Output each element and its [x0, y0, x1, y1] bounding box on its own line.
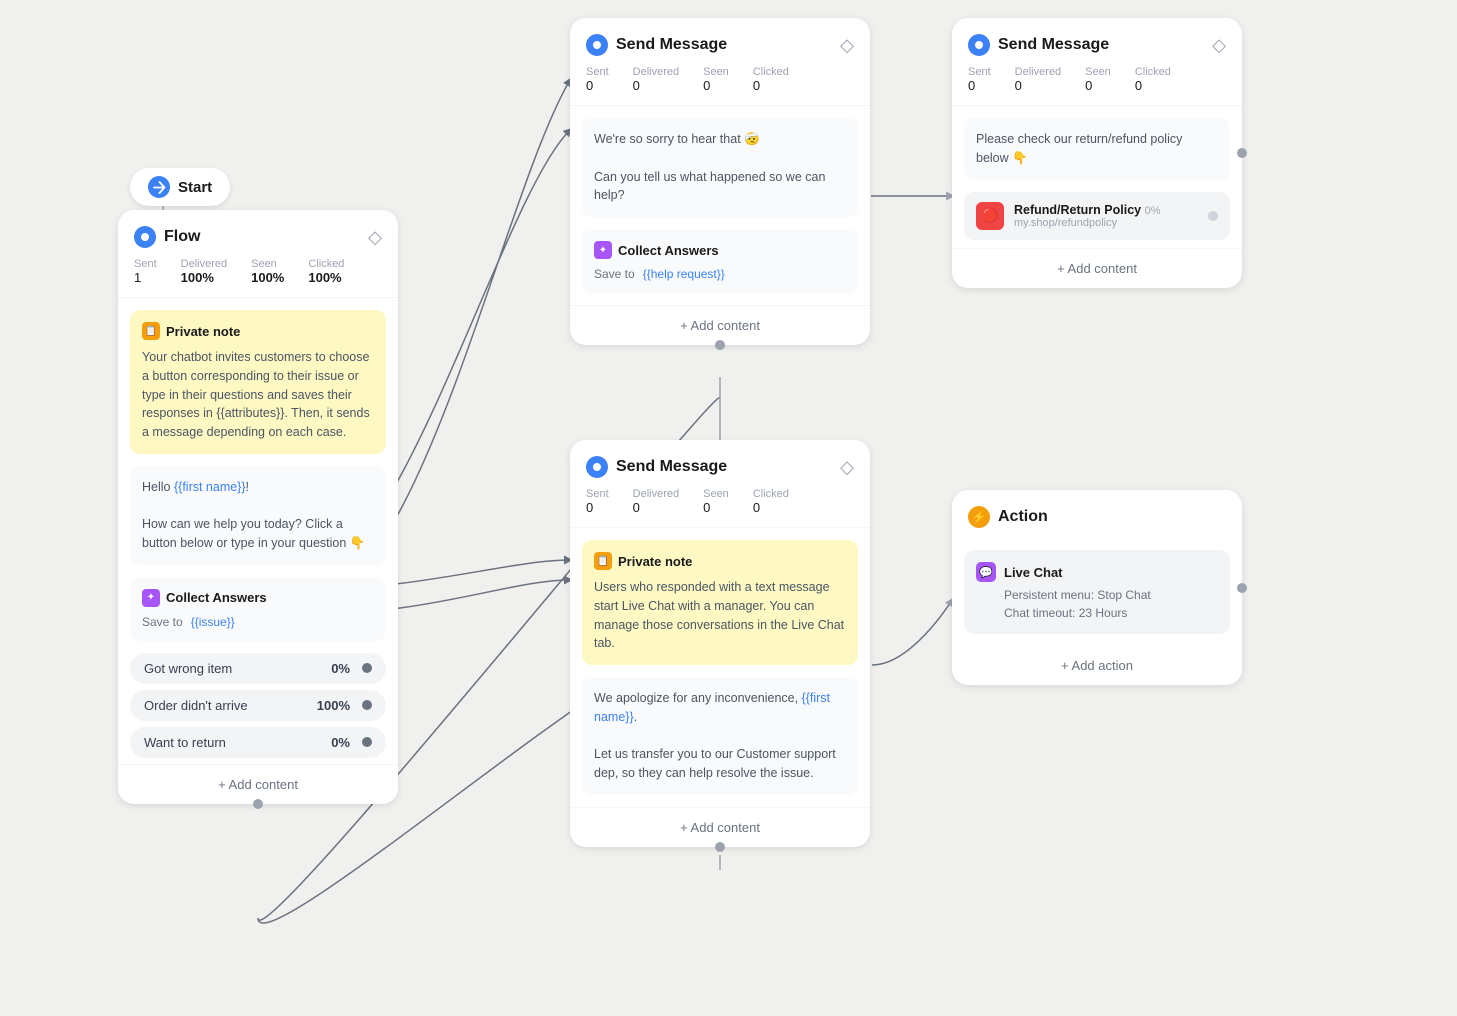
flow-add-content[interactable]: + Add content — [118, 764, 398, 804]
action-node-header: ⚡ Action — [952, 490, 1242, 538]
send-msg-3-text: We apologize for any inconvenience, {{fi… — [582, 677, 858, 795]
flow-node-stats: Sent1 Delivered100% Seen100% Clicked100% — [118, 258, 398, 298]
livechat-desc: Persistent menu: Stop ChatChat timeout: … — [976, 586, 1218, 622]
save-to-var-2: {{help request}} — [643, 267, 725, 281]
note-title-3: Private note — [618, 554, 692, 569]
collect-icon-2: ✦ — [594, 241, 612, 259]
send-msg-2-title: Send Message — [998, 36, 1204, 54]
option-want-to-return[interactable]: Want to return 0% — [130, 727, 386, 758]
flow-node-header: Flow ◇ — [118, 210, 398, 258]
option-order-didnt-arrive[interactable]: Order didn't arrive 100% — [130, 690, 386, 721]
option-label: Got wrong item — [144, 661, 232, 676]
link-pct: 0% — [1145, 205, 1161, 217]
start-icon — [148, 176, 170, 198]
flow-node-tag-icon[interactable]: ◇ — [368, 227, 382, 248]
action-add-action[interactable]: + Add action — [952, 646, 1242, 685]
send-msg-2-tag-icon[interactable]: ◇ — [1212, 35, 1226, 56]
link-title-text: Refund/Return Policy — [1014, 203, 1141, 217]
link-icon: 🔴 — [976, 202, 1004, 230]
option-label: Order didn't arrive — [144, 698, 248, 713]
option-dot[interactable] — [362, 737, 372, 747]
note-text: Your chatbot invites customers to choose… — [142, 348, 374, 442]
note-icon: 📋 — [142, 322, 160, 340]
action-node-title: Action — [998, 508, 1226, 526]
start-label: Start — [178, 179, 212, 196]
action-item-livechat: 💬 Live Chat Persistent menu: Stop ChatCh… — [964, 550, 1230, 634]
save-to-label-2: Save to — [594, 267, 635, 281]
send-msg-1-header: Send Message ◇ — [570, 18, 870, 66]
start-node[interactable]: Start — [130, 168, 230, 206]
collect-title: Collect Answers — [166, 590, 267, 605]
livechat-icon: 💬 — [976, 562, 996, 582]
send-msg-2-icon — [968, 34, 990, 56]
send-msg-1-node: Send Message ◇ Sent0 Delivered0 Seen0 Cl… — [570, 18, 870, 345]
send-msg-1-stats: Sent0 Delivered0 Seen0 Clicked0 — [570, 66, 870, 106]
message-text: Hello {{first name}}!How can we help you… — [142, 478, 374, 553]
send-msg-2-header: Send Message ◇ — [952, 18, 1242, 66]
link-url: my.shop/refundpolicy — [1014, 217, 1198, 229]
send-msg-1-title: Send Message — [616, 36, 832, 54]
send-msg-2-text: Please check our return/refund policy be… — [964, 118, 1230, 180]
note-icon-3: 📋 — [594, 552, 612, 570]
send-msg-2-right-connector — [1237, 148, 1247, 158]
send-msg-2-stats: Sent0 Delivered0 Seen0 Clicked0 — [952, 66, 1242, 106]
action-node-icon: ⚡ — [968, 506, 990, 528]
collect-title-2: Collect Answers — [618, 243, 719, 258]
send-msg-3-node: Send Message ◇ Sent0 Delivered0 Seen0 Cl… — [570, 440, 870, 847]
flow-node-icon — [134, 226, 156, 248]
option-pct: 0% — [331, 735, 350, 750]
note-title: Private note — [166, 324, 240, 339]
send-msg-3-tag-icon[interactable]: ◇ — [840, 457, 854, 478]
send-msg-1-add-content[interactable]: + Add content — [570, 305, 870, 345]
send-msg-3-header: Send Message ◇ — [570, 440, 870, 488]
option-label: Want to return — [144, 735, 226, 750]
action-node: ⚡ Action 💬 Live Chat Persistent menu: St… — [952, 490, 1242, 685]
option-dot[interactable] — [362, 700, 372, 710]
flow-message: Hello {{first name}}!How can we help you… — [130, 466, 386, 565]
send-msg-3-title: Send Message — [616, 458, 832, 476]
send-msg-1-tag-icon[interactable]: ◇ — [840, 35, 854, 56]
send-msg-3-icon — [586, 456, 608, 478]
send-msg-1-text: We're so sorry to hear that 🤕Can you tel… — [582, 118, 858, 217]
flow-collect: ✦ Collect Answers Save to {{issue}} — [130, 577, 386, 641]
save-to-var: {{issue}} — [191, 615, 235, 629]
flow-node: Flow ◇ Sent1 Delivered100% Seen100% Clic… — [118, 210, 398, 804]
option-pct: 100% — [317, 698, 350, 713]
save-to-row-2: Save to {{help request}} — [594, 267, 846, 281]
flow-bottom-connector — [253, 799, 263, 809]
send-msg-3-add-content[interactable]: + Add content — [570, 807, 870, 847]
option-dot[interactable] — [362, 663, 372, 673]
livechat-title: Live Chat — [1004, 565, 1063, 580]
send-msg-1-icon — [586, 34, 608, 56]
send-msg-1-collect: ✦ Collect Answers Save to {{help request… — [582, 229, 858, 293]
flow-private-note: 📋 Private note Your chatbot invites cust… — [130, 310, 386, 454]
send-msg-3-bottom-connector — [715, 842, 725, 852]
option-got-wrong-item[interactable]: Got wrong item 0% — [130, 653, 386, 684]
flow-node-title: Flow — [164, 228, 360, 246]
save-to-row: Save to {{issue}} — [142, 615, 374, 629]
collect-icon: ✦ — [142, 589, 160, 607]
send-msg-2-node: Send Message ◇ Sent0 Delivered0 Seen0 Cl… — [952, 18, 1242, 288]
send-msg-3-stats: Sent0 Delivered0 Seen0 Clicked0 — [570, 488, 870, 528]
send-msg-2-add-content[interactable]: + Add content — [952, 248, 1242, 288]
link-dot[interactable] — [1208, 211, 1218, 221]
send-msg-1-bottom-connector — [715, 340, 725, 350]
note-text-3: Users who responded with a text message … — [594, 578, 846, 653]
save-to-label: Save to — [142, 615, 183, 629]
send-msg-2-link[interactable]: 🔴 Refund/Return Policy 0% my.shop/refund… — [964, 192, 1230, 240]
option-pct: 0% — [331, 661, 350, 676]
send-msg-3-note: 📋 Private note Users who responded with … — [582, 540, 858, 665]
action-right-connector — [1237, 583, 1247, 593]
